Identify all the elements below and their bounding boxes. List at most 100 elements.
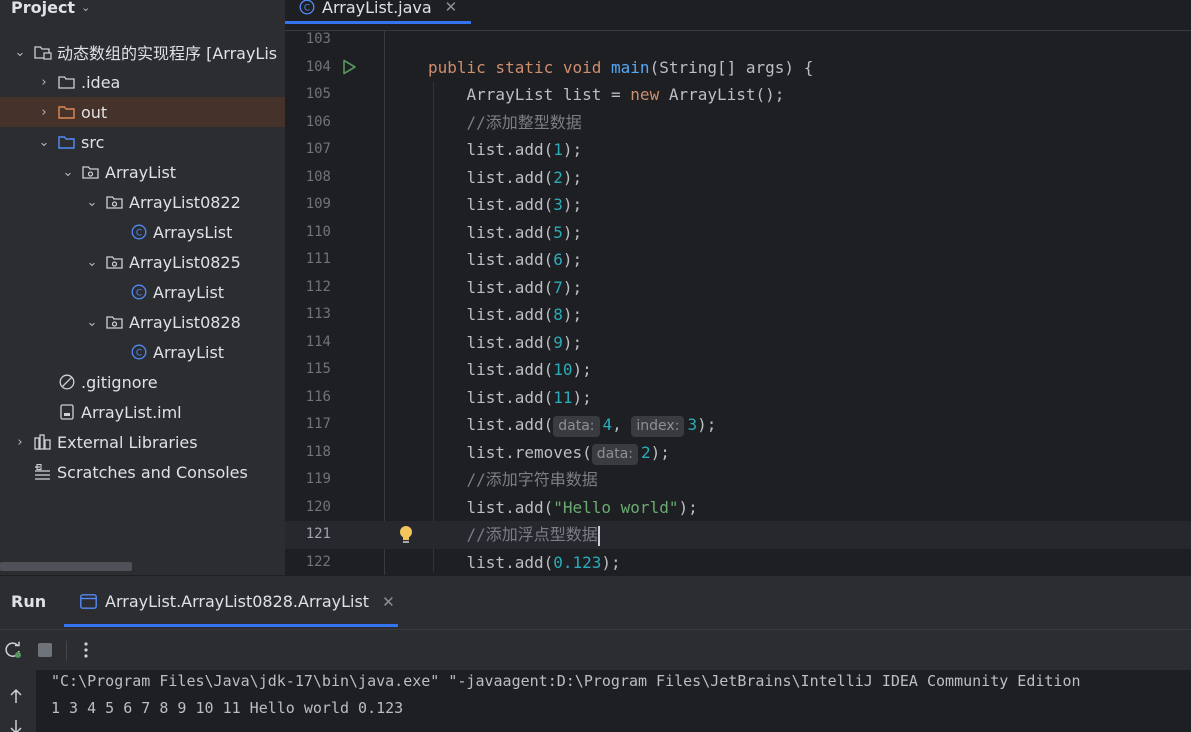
code-line[interactable]: 115 list.add(10); xyxy=(285,356,1191,384)
code-line[interactable]: 103 xyxy=(285,26,1191,54)
line-number[interactable]: 114 xyxy=(285,329,331,357)
code-token: 4 xyxy=(602,415,613,434)
code-token: ArrayList(); xyxy=(668,85,785,104)
horizontal-scrollbar[interactable] xyxy=(0,562,132,571)
code-token: 9 xyxy=(553,332,563,352)
code-line[interactable]: 121 //添加浮点型数据 xyxy=(285,521,1191,549)
tree-item[interactable]: Scratches and Consoles xyxy=(0,457,285,487)
line-number[interactable]: 118 xyxy=(285,439,331,467)
line-number[interactable]: 121 xyxy=(285,521,331,549)
code-line[interactable]: 108 list.add(2); xyxy=(285,164,1191,192)
run-main-icon[interactable] xyxy=(341,59,357,79)
scratches-icon xyxy=(34,464,52,480)
code-text: list.add(2); xyxy=(428,164,583,192)
chevron-down-icon[interactable]: ⌄ xyxy=(86,255,98,270)
run-toolbar xyxy=(0,629,1191,670)
active-tab-indicator xyxy=(285,21,471,24)
code-token: ); xyxy=(562,195,583,214)
scroll-down-icon[interactable] xyxy=(9,720,23,732)
tree-item[interactable]: .gitignore xyxy=(0,367,285,397)
run-config-tab[interactable]: ArrayList.ArrayList0828.ArrayList ✕ xyxy=(80,592,395,611)
console-output[interactable]: "C:\Program Files\Java\jdk-17\bin\java.e… xyxy=(36,670,1191,732)
tree-item[interactable]: ⌄ ArrayList0825 xyxy=(0,247,285,277)
chevron-down-icon[interactable]: ⌄ xyxy=(38,135,50,150)
code-line[interactable]: 113 list.add(8); xyxy=(285,301,1191,329)
tree-item[interactable]: ⌄ 动态数组的实现程序 [ArrayLis xyxy=(0,37,285,67)
tree-item[interactable]: › External Libraries xyxy=(0,427,285,457)
project-panel-header[interactable]: Project ⌄ xyxy=(11,0,90,18)
tree-item[interactable]: ⌄ ArrayList0828 xyxy=(0,307,285,337)
code-line[interactable]: 118 list.removes(data: 2); xyxy=(285,439,1191,467)
line-number[interactable]: 111 xyxy=(285,246,331,274)
code-line[interactable]: 112 list.add(7); xyxy=(285,274,1191,302)
code-token: list.add( xyxy=(428,552,554,572)
run-tab-label: ArrayList.ArrayList0828.ArrayList xyxy=(105,592,370,611)
tree-item[interactable]: ArrayList.iml xyxy=(0,397,285,427)
lightbulb-icon[interactable] xyxy=(398,525,414,549)
chevron-down-icon[interactable]: ⌄ xyxy=(62,165,74,180)
code-line[interactable]: 107 list.add(1); xyxy=(285,136,1191,164)
line-number[interactable]: 109 xyxy=(285,191,331,219)
tree-item[interactable]: ⌄ src xyxy=(0,127,285,157)
code-token: 2 xyxy=(641,442,651,462)
chevron-right-icon[interactable]: › xyxy=(38,105,50,120)
rerun-icon[interactable] xyxy=(3,640,23,660)
chevron-down-icon[interactable]: ⌄ xyxy=(81,1,90,14)
project-panel: Project ⌄ ⌄ 动态数组的实现程序 [ArrayLis › .idea › out… xyxy=(0,0,285,575)
line-number[interactable]: 113 xyxy=(285,301,331,329)
code-line[interactable]: 116 list.add(11); xyxy=(285,384,1191,412)
code-line[interactable]: 114 list.add(9); xyxy=(285,329,1191,357)
code-line[interactable]: 110 list.add(5); xyxy=(285,219,1191,247)
line-number[interactable]: 106 xyxy=(285,109,331,137)
scroll-up-icon[interactable] xyxy=(9,688,23,708)
code-token: ); xyxy=(562,222,583,242)
chevron-down-icon[interactable]: ⌄ xyxy=(86,315,98,330)
code-editor[interactable]: C ArrayList.java ✕ 103 104 public static v… xyxy=(285,0,1191,575)
tab-arraylist-java[interactable]: C ArrayList.java ✕ xyxy=(299,0,457,22)
line-number[interactable]: 119 xyxy=(285,466,331,494)
close-icon[interactable]: ✕ xyxy=(445,0,458,16)
line-number[interactable]: 116 xyxy=(285,384,331,412)
line-number[interactable]: 108 xyxy=(285,164,331,192)
tree-item[interactable]: C ArraysList xyxy=(0,217,285,247)
code-line[interactable]: 111 list.add(6); xyxy=(285,246,1191,274)
svg-text:C: C xyxy=(136,349,142,359)
line-number[interactable]: 117 xyxy=(285,411,331,439)
more-options-icon[interactable] xyxy=(76,640,96,660)
close-icon[interactable]: ✕ xyxy=(382,593,395,611)
chevron-down-icon[interactable]: ⌄ xyxy=(14,45,26,60)
line-number[interactable]: 105 xyxy=(285,81,331,109)
line-number[interactable]: 107 xyxy=(285,136,331,164)
code-line[interactable]: 104 public static void main(String[] args… xyxy=(285,54,1191,82)
line-number[interactable]: 122 xyxy=(285,549,331,576)
iml-file-icon xyxy=(58,404,76,420)
tree-item[interactable]: C ArrayList xyxy=(0,337,285,367)
line-number[interactable]: 115 xyxy=(285,356,331,384)
svg-text:C: C xyxy=(136,289,142,299)
line-number[interactable]: 110 xyxy=(285,219,331,247)
chevron-right-icon[interactable]: › xyxy=(14,435,26,450)
tree-item[interactable]: ⌄ ArrayList xyxy=(0,157,285,187)
code-token: list.add( xyxy=(428,222,554,242)
tree-item[interactable]: C ArrayList xyxy=(0,277,285,307)
code-line[interactable]: 106 //添加整型数据 xyxy=(285,109,1191,137)
line-number[interactable]: 120 xyxy=(285,494,331,522)
code-line[interactable]: 109 list.add(3); xyxy=(285,191,1191,219)
code-line[interactable]: 122 list.add(0.123); xyxy=(285,549,1191,576)
line-number[interactable]: 104 xyxy=(285,54,331,82)
tree-item[interactable]: › out xyxy=(0,97,285,127)
chevron-down-icon[interactable]: ⌄ xyxy=(86,195,98,210)
code-token: list.add( xyxy=(428,387,554,407)
code-line[interactable]: 105 ArrayList list = new ArrayList(); xyxy=(285,81,1191,109)
line-number[interactable]: 112 xyxy=(285,274,331,302)
tree-item[interactable]: ⌄ ArrayList0822 xyxy=(0,187,285,217)
code-line[interactable]: 120 list.add("Hello world"); xyxy=(285,494,1191,522)
tree-item-label: .idea xyxy=(81,72,121,92)
code-line[interactable]: 117 list.add(data: 4, index: 3); xyxy=(285,411,1191,439)
line-number[interactable]: 103 xyxy=(285,26,331,54)
chevron-right-icon[interactable]: › xyxy=(38,75,50,90)
code-text: //添加字符串数据 xyxy=(428,466,598,494)
tree-item[interactable]: › .idea xyxy=(0,67,285,97)
stop-icon[interactable] xyxy=(35,640,55,660)
code-line[interactable]: 119 //添加字符串数据 xyxy=(285,466,1191,494)
